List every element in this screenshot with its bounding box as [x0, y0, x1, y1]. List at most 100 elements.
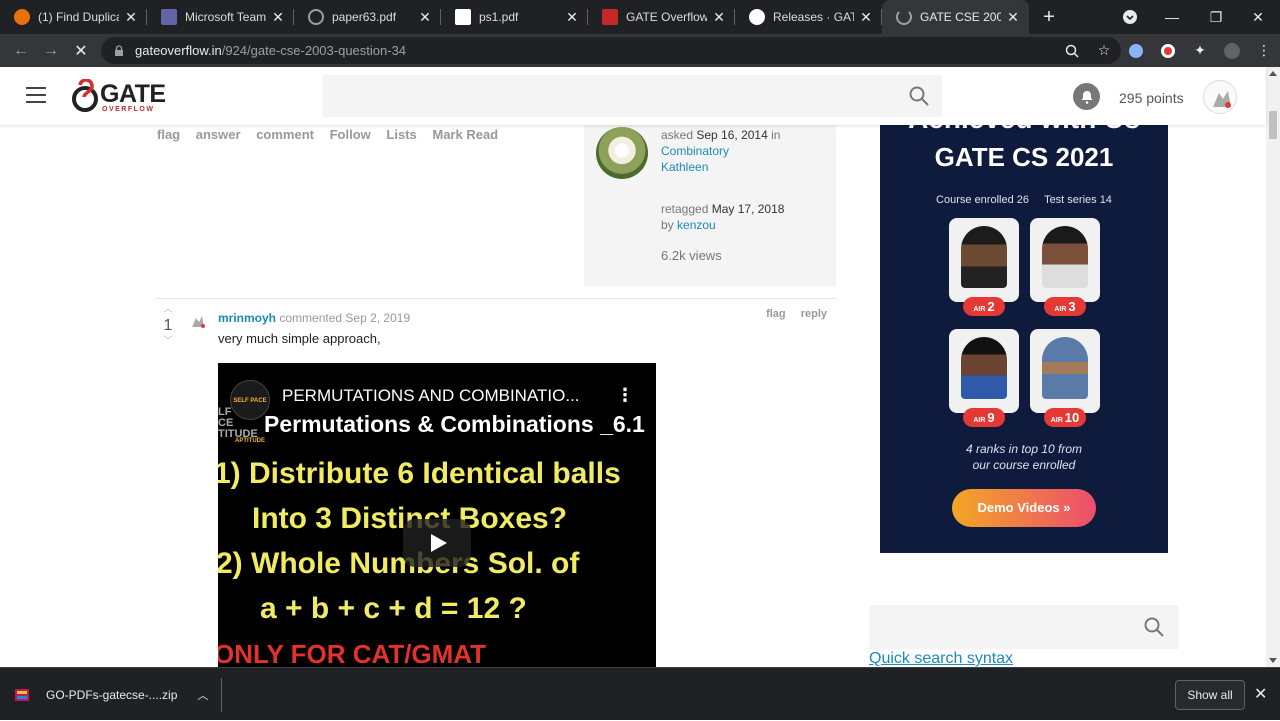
category-link[interactable]: Combinatory: [661, 143, 729, 159]
scroll-up-icon[interactable]: [1269, 71, 1277, 76]
view-count: 6.2k views: [661, 248, 722, 263]
video-title[interactable]: PERMUTATIONS AND COMBINATIO...: [282, 386, 580, 406]
tab-paper63[interactable]: paper63.pdf ✕: [294, 0, 441, 34]
ad-top-text: Achieved with Us: [880, 125, 1168, 135]
back-button[interactable]: ←: [6, 36, 36, 66]
rank-value: 3: [1068, 299, 1076, 314]
notification-bell-icon[interactable]: [1073, 83, 1100, 110]
tab-title: GATE CSE 2003 | Q: [920, 10, 1001, 24]
video-line-5: ONLY FOR CAT/GMAT: [218, 639, 487, 667]
user-avatar[interactable]: [1203, 80, 1237, 114]
site-search-input[interactable]: [323, 75, 942, 117]
minimize-icon[interactable]: —: [1150, 0, 1194, 34]
comment-date: Sep 2, 2019: [345, 311, 411, 325]
stop-loading-button[interactable]: ✕: [66, 36, 96, 66]
tab-microsoft-teams[interactable]: Microsoft Teams ✕: [147, 0, 294, 34]
tab-title: Microsoft Teams: [185, 10, 266, 24]
ad-stats: Course enrolled 26 Test series 14: [880, 194, 1168, 206]
profile-avatar-icon[interactable]: [1216, 34, 1248, 67]
video-menu-icon[interactable]: ⋮: [616, 385, 634, 406]
reply-button[interactable]: reply: [801, 308, 827, 320]
extension-k-icon[interactable]: [1120, 34, 1152, 67]
user-points[interactable]: 295 points: [1119, 90, 1184, 106]
tab-gate-overflow-book[interactable]: GATE Overflow Bo ✕: [588, 0, 735, 34]
globe-icon: [308, 9, 324, 25]
mark-read-button[interactable]: Mark Read: [432, 127, 498, 142]
close-icon[interactable]: ✕: [270, 9, 286, 26]
asker-link[interactable]: Kathleen: [661, 159, 708, 175]
air-label: AIR: [1050, 417, 1063, 424]
tab-title: (1) Find Duplicate: [38, 10, 119, 24]
logo-text: GATE: [100, 80, 166, 108]
close-icon[interactable]: ✕: [417, 9, 433, 26]
video-line-1: 1) Distribute 6 Identical balls: [218, 457, 621, 490]
url-host: gateoverflow.in: [135, 43, 222, 58]
flag-comment-button[interactable]: flag: [766, 308, 786, 320]
close-icon[interactable]: ✕: [858, 9, 874, 26]
tab-releases[interactable]: Releases · GATEO ✕: [735, 0, 882, 34]
close-download-bar-icon[interactable]: ✕: [1254, 684, 1267, 704]
asked-info: asked Sep 16, 2014 in: [661, 127, 780, 143]
follow-button[interactable]: Follow: [330, 127, 371, 142]
ad-rank-badge: AIR 3: [1044, 297, 1086, 316]
air-label: AIR: [1054, 306, 1067, 313]
comment-button[interactable]: comment: [256, 127, 314, 142]
hamburger-menu-icon[interactable]: [26, 87, 46, 103]
scroll-thumb[interactable]: [1269, 111, 1277, 139]
pdf-viewer-icon: [455, 9, 471, 25]
download-bar: GO-PDFs-gatecse-....zip ︿ Show all ✕: [0, 667, 1280, 720]
retagger-link[interactable]: kenzou: [677, 218, 716, 232]
site-header: GATE OVERFLOW 295 points: [0, 67, 1266, 125]
github-icon: [749, 9, 765, 25]
advertisement-banner[interactable]: Achieved with Us GATE CS 2021 Course enr…: [880, 125, 1168, 553]
asker-avatar[interactable]: [596, 127, 648, 179]
sidebar-search-input[interactable]: [869, 605, 1179, 649]
profile-menu-icon[interactable]: [1108, 0, 1152, 34]
browser-toolbar: ← → ✕ gateoverflow.in/924/gate-cse-2003-…: [0, 34, 1280, 67]
flag-question-button[interactable]: flag: [157, 127, 180, 142]
play-button-icon[interactable]: [403, 519, 471, 567]
address-bar[interactable]: gateoverflow.in/924/gate-cse-2003-questi…: [101, 37, 1121, 64]
upvote-icon[interactable]: ︿: [161, 305, 175, 315]
search-icon[interactable]: [908, 85, 930, 107]
answer-button[interactable]: answer: [196, 127, 241, 142]
section-divider: [157, 298, 836, 299]
demo-videos-button[interactable]: Demo Videos »: [952, 489, 1096, 527]
close-icon[interactable]: ✕: [1005, 9, 1021, 26]
retagged-info: retagged May 17, 2018: [661, 201, 784, 217]
double-chevron-icon: »: [1063, 500, 1071, 515]
show-all-button[interactable]: Show all: [1175, 680, 1245, 710]
chevron-up-icon[interactable]: ︿: [197, 687, 208, 703]
quick-search-syntax-link[interactable]: Quick search syntax: [869, 650, 1013, 667]
new-tab-button[interactable]: +: [1029, 0, 1069, 34]
tab-ps1[interactable]: ps1.pdf ✕: [441, 0, 588, 34]
download-item[interactable]: GO-PDFs-gatecse-....zip ︿: [14, 668, 221, 721]
downvote-icon[interactable]: ﹀: [161, 337, 175, 347]
by-label: by: [661, 218, 674, 232]
search-icon[interactable]: [1143, 616, 1165, 638]
zoom-icon[interactable]: [1056, 34, 1088, 67]
close-icon[interactable]: ✕: [123, 9, 139, 26]
youtube-embed[interactable]: SELF PACE APTITUDE PERMUTATIONS AND COMB…: [218, 363, 656, 667]
page-scrollbar[interactable]: [1266, 67, 1280, 667]
window-close-icon[interactable]: ✕: [1236, 0, 1280, 34]
bookmark-star-icon[interactable]: ☆: [1088, 34, 1120, 67]
tab-gate-cse-2003[interactable]: GATE CSE 2003 | Q ✕: [882, 0, 1029, 34]
tab-title: ps1.pdf: [479, 10, 519, 24]
forward-button[interactable]: →: [36, 36, 66, 66]
restore-icon[interactable]: ❐: [1194, 0, 1238, 34]
extensions-puzzle-icon[interactable]: ✦: [1184, 34, 1216, 67]
commenter-avatar[interactable]: [189, 312, 207, 330]
close-icon[interactable]: ✕: [564, 9, 580, 26]
tab-find-duplicate[interactable]: (1) Find Duplicate ✕: [0, 0, 147, 34]
scroll-down-icon[interactable]: [1269, 658, 1277, 663]
site-logo[interactable]: GATE OVERFLOW: [72, 79, 168, 115]
rank-value: 2: [987, 299, 995, 314]
retagged-label: retagged: [661, 202, 709, 216]
close-icon[interactable]: ✕: [711, 9, 727, 26]
commenter-link[interactable]: mrinmoyh: [218, 311, 276, 325]
retagged-by: by kenzou: [661, 217, 716, 233]
extension-record-icon[interactable]: [1152, 34, 1184, 67]
browser-menu-icon[interactable]: ⋮: [1248, 34, 1280, 67]
lists-button[interactable]: Lists: [386, 127, 416, 142]
